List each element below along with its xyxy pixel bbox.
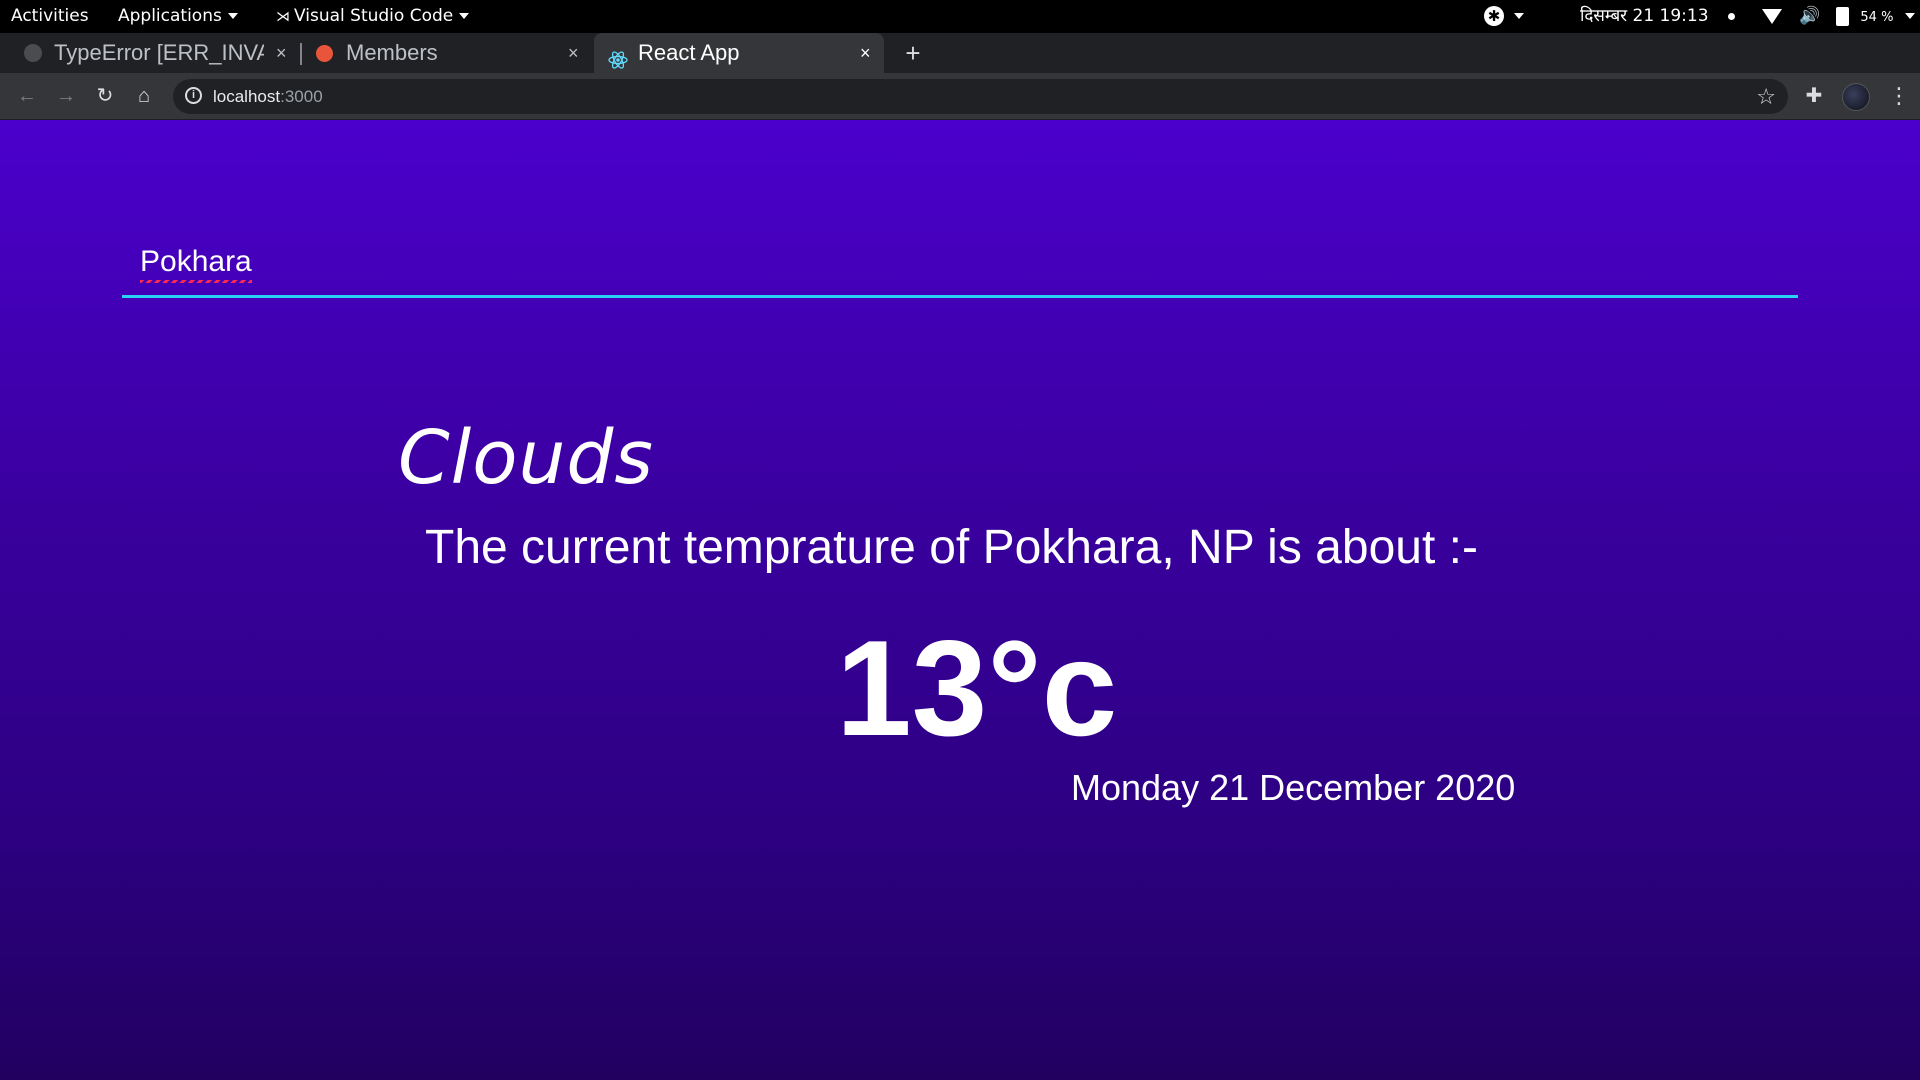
chevron-down-icon [227,13,238,19]
info-icon[interactable]: i [185,87,202,104]
temperature-value: 13°c [836,612,1118,764]
activities-button[interactable]: Activities [11,0,89,33]
volume-icon: 🔊 [1799,6,1821,26]
forward-arrow-icon[interactable]: → [51,81,81,111]
applications-menu[interactable]: Applications [118,0,238,33]
url-host: localhost [213,87,281,106]
clock[interactable]: दिसम्बर 21 19:13 [1580,0,1735,33]
notification-dot-icon [1727,12,1735,20]
chevron-down-icon [1904,13,1915,19]
system-status-menu[interactable]: 🔊 54 % [1762,0,1915,33]
tab-title: Members [346,40,438,65]
vscode-icon: ⋊ [276,9,290,25]
react-icon [608,43,628,69]
spellcheck-underline [140,280,252,283]
browser-tab-strip: TypeError [ERR_INVALID × Members × React… [0,33,1920,73]
temperature-description: The current temprature of Pokhara, NP is… [425,521,1478,574]
accessibility-menu[interactable]: ✱ [1484,0,1524,33]
address-bar[interactable]: i localhost:3000 ☆ [173,79,1788,114]
system-top-bar: Activities Applications ⋊ Visual Studio C… [0,0,1920,33]
browser-toolbar: ← → ↻ ⌂ i localhost:3000 ☆ ✚ ⋮ [0,73,1920,120]
accessibility-icon: ✱ [1484,6,1504,26]
back-arrow-icon[interactable]: ← [12,81,42,111]
new-tab-button[interactable]: + [898,33,928,73]
extensions-puzzle-icon[interactable]: ✚ [1803,85,1825,107]
close-icon[interactable]: × [568,33,579,73]
close-icon[interactable]: × [860,33,871,73]
city-search-field [122,232,1798,298]
chevron-down-icon [459,13,470,19]
app-menu[interactable]: ⋊ Visual Studio Code [276,0,470,33]
app-menu-label: Visual Studio Code [294,6,454,26]
tab-react-app[interactable]: React App × [594,33,884,73]
tab-title: React App [638,40,740,65]
battery-percent: 54 % [1860,10,1894,25]
weather-condition: Clouds [398,415,654,501]
applications-label: Applications [118,6,222,26]
tab-typeerror[interactable]: TypeError [ERR_INVALID × [12,33,298,73]
tab-members[interactable]: Members × [304,33,590,73]
bookmark-star-icon[interactable]: ☆ [1756,79,1776,114]
close-icon[interactable]: × [276,33,287,73]
city-search-input[interactable] [140,232,1780,292]
wifi-icon [1762,8,1782,24]
battery-icon [1835,6,1849,26]
tab-title: TypeError [ERR_INVALID [54,40,264,65]
clock-label: दिसम्बर 21 19:13 [1580,6,1709,26]
reload-icon[interactable]: ↻ [90,81,120,111]
members-favicon-icon [316,45,333,62]
more-menu-icon[interactable]: ⋮ [1888,81,1910,111]
home-icon[interactable]: ⌂ [129,81,159,111]
weather-app-page: Clouds The current temprature of Pokhara… [0,120,1920,1080]
url-port: :3000 [280,87,323,106]
chevron-down-icon [1514,13,1524,19]
profile-avatar[interactable] [1842,83,1870,111]
url-text: localhost:3000 [213,79,323,114]
github-icon [24,44,42,62]
tab-separator [300,43,302,65]
current-date: Monday 21 December 2020 [1071,767,1516,808]
